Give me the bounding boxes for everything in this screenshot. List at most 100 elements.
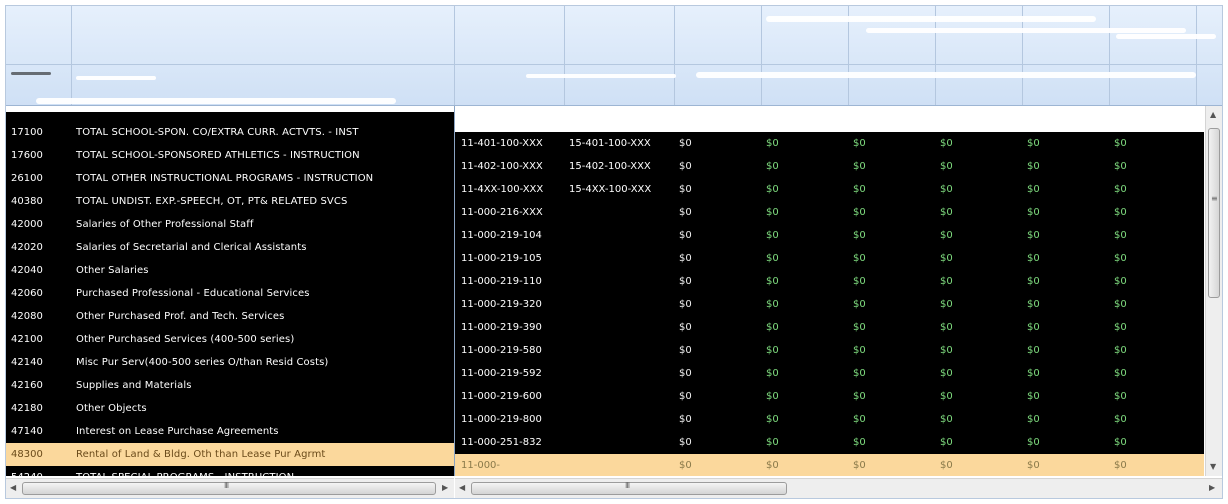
row-account: 11-401-100-XXX — [461, 138, 543, 149]
table-row[interactable]: 11-000-219-320 $0 $0 $0 $0 $0 $0 — [455, 293, 1204, 316]
row-amount: $0 — [679, 460, 692, 471]
row-amount: $0 — [679, 276, 692, 287]
row-alt-account: 15-4XX-100-XXX — [569, 184, 652, 195]
table-row[interactable]: 11-000-219-390 $0 $0 $0 $0 $0 $0 — [455, 316, 1204, 339]
scroll-up-icon[interactable]: ▲ — [1210, 110, 1216, 119]
table-row[interactable]: 11-000-219-104 $0 $0 $0 $0 $0 $0 — [455, 224, 1204, 247]
row-code: 42100 — [11, 334, 43, 345]
table-row[interactable]: 17600 TOTAL SCHOOL-SPONSORED ATHLETICS - … — [6, 144, 454, 167]
table-row[interactable]: 11-000-219-580 $0 $0 $0 $0 $0 $0 — [455, 339, 1204, 362]
row-code: 40380 — [11, 196, 43, 207]
row-money: $0 — [1114, 368, 1127, 379]
table-row[interactable]: 42000 Salaries of Other Professional Staf… — [6, 213, 454, 236]
row-code: 42140 — [11, 357, 43, 368]
left-horizontal-thumb[interactable] — [22, 482, 436, 495]
row-money: $0 — [766, 230, 779, 241]
row-code: 42020 — [11, 242, 43, 253]
row-amount: $0 — [679, 345, 692, 356]
table-row[interactable]: 26100 TOTAL OTHER INSTRUCTIONAL PROGRAMS … — [6, 167, 454, 190]
row-money: $0 — [766, 437, 779, 448]
row-code: 42000 — [11, 219, 43, 230]
row-money: $0 — [1114, 414, 1127, 425]
left-horizontal-scrollbar[interactable]: ◀ III ▶ — [6, 478, 454, 498]
table-row[interactable]: 42160 Supplies and Materials — [6, 374, 454, 397]
row-account: 11-000-219-800 — [461, 414, 542, 425]
budget-grid: 17100 TOTAL SCHOOL-SPON. CO/EXTRA CURR. A… — [5, 5, 1223, 499]
right-horizontal-scrollbar[interactable]: ◀ III ▶ — [455, 478, 1222, 498]
right-grip-icon: III — [625, 481, 630, 490]
row-money: $0 — [1114, 138, 1127, 149]
row-account: 11-000-251-832 — [461, 437, 542, 448]
table-row[interactable]: 42040 Other Salaries — [6, 259, 454, 282]
row-account: 11-000-219-105 — [461, 253, 542, 264]
row-money: $0 — [766, 184, 779, 195]
table-row[interactable]: 11-000-219-600 $0 $0 $0 $0 $0 $0 — [455, 385, 1204, 408]
row-money: $0 — [1027, 207, 1040, 218]
row-code: 42040 — [11, 265, 43, 276]
row-money: $0 — [1027, 437, 1040, 448]
row-money: $0 — [1114, 437, 1127, 448]
table-row[interactable]: 42180 Other Objects — [6, 397, 454, 420]
row-description: Purchased Professional - Educational Ser… — [76, 288, 310, 299]
row-money: $0 — [940, 161, 953, 172]
row-amount: $0 — [679, 161, 692, 172]
table-row[interactable]: 11-401-100-XXX 15-401-100-XXX $0 $0 $0 $0 $0 $0 — [455, 132, 1204, 155]
row-money: $0 — [1114, 161, 1127, 172]
vertical-scroll-thumb[interactable] — [1208, 128, 1220, 298]
row-money: $0 — [1027, 460, 1040, 471]
row-description: Other Objects — [76, 403, 147, 414]
table-row[interactable]: 42020 Salaries of Secretarial and Clerica… — [6, 236, 454, 259]
row-money: $0 — [853, 276, 866, 287]
table-row[interactable]: 48300 Rental of Land & Bldg. Oth than Lea… — [6, 443, 454, 466]
scroll-down-icon[interactable]: ▼ — [1210, 462, 1216, 471]
row-money: $0 — [1027, 253, 1040, 264]
row-account: 11-4XX-100-XXX — [461, 184, 544, 195]
vertical-grip-icon: ≡ — [1211, 194, 1218, 203]
row-code: 42060 — [11, 288, 43, 299]
table-row[interactable]: 11-000-219-592 $0 $0 $0 $0 $0 $0 — [455, 362, 1204, 385]
row-account: 11-000- — [461, 460, 501, 471]
scroll-right-icon[interactable]: ▶ — [1209, 483, 1215, 492]
row-money: $0 — [1027, 299, 1040, 310]
table-row[interactable]: 17100 TOTAL SCHOOL-SPON. CO/EXTRA CURR. A… — [6, 121, 454, 144]
table-row[interactable]: 11-000-219-105 $0 $0 $0 $0 $0 $0 — [455, 247, 1204, 270]
row-account: 11-000-219-104 — [461, 230, 542, 241]
row-money: $0 — [940, 391, 953, 402]
table-row[interactable]: 11-000-251-832 $0 $0 $0 $0 $0 $0 — [455, 431, 1204, 454]
table-row[interactable]: 40380 TOTAL UNDIST. EXP.-SPEECH, OT, PT& … — [6, 190, 454, 213]
scroll-right-icon[interactable]: ▶ — [442, 483, 448, 492]
table-row[interactable]: 42100 Other Purchased Services (400-500 s… — [6, 328, 454, 351]
scroll-left-icon[interactable]: ◀ — [10, 483, 16, 492]
table-row[interactable]: 11-402-100-XXX 15-402-100-XXX $0 $0 $0 $0 $0 $0 — [455, 155, 1204, 178]
table-row[interactable]: 11-4XX-100-XXX 15-4XX-100-XXX $0 $0 $0 $0 $0 $0 — [455, 178, 1204, 201]
row-money: $0 — [1114, 253, 1127, 264]
table-row[interactable]: 47140 Interest on Lease Purchase Agreemen… — [6, 420, 454, 443]
table-row[interactable]: 11-000- $0 $0 $0 $0 $0 $0 — [455, 454, 1204, 476]
table-row[interactable]: 54240 TOTAL SPECIAL PROGRAMS - INSTRUCTIO… — [6, 466, 454, 476]
table-row[interactable]: 11-000-219-110 $0 $0 $0 $0 $0 $0 — [455, 270, 1204, 293]
table-row[interactable]: 42140 Misc Pur Serv(400-500 series O/than… — [6, 351, 454, 374]
table-row[interactable]: 42080 Other Purchased Prof. and Tech. Ser… — [6, 305, 454, 328]
row-money: $0 — [1027, 391, 1040, 402]
row-account: 11-000-219-320 — [461, 299, 542, 310]
row-money: $0 — [853, 230, 866, 241]
row-amount: $0 — [679, 253, 692, 264]
row-code: 42160 — [11, 380, 43, 391]
row-money: $0 — [940, 460, 953, 471]
vertical-scrollbar[interactable]: ▲ ≡ ▼ — [1205, 106, 1222, 476]
row-money: $0 — [766, 322, 779, 333]
row-money: $0 — [1027, 368, 1040, 379]
scroll-left-icon[interactable]: ◀ — [459, 483, 465, 492]
table-row[interactable]: 42060 Purchased Professional - Educationa… — [6, 282, 454, 305]
row-description: Other Purchased Services (400-500 series… — [76, 334, 295, 345]
table-row[interactable]: 11-000-219-800 $0 $0 $0 $0 $0 $0 — [455, 408, 1204, 431]
row-money: $0 — [940, 230, 953, 241]
row-money: $0 — [853, 322, 866, 333]
row-money: $0 — [853, 161, 866, 172]
table-row[interactable]: 11-000-216-XXX $0 $0 $0 $0 $0 $0 — [455, 201, 1204, 224]
row-description: Salaries of Secretarial and Clerical Ass… — [76, 242, 307, 253]
row-money: $0 — [1114, 391, 1127, 402]
row-code: 17600 — [11, 150, 43, 161]
row-money: $0 — [1027, 345, 1040, 356]
row-money: $0 — [766, 253, 779, 264]
